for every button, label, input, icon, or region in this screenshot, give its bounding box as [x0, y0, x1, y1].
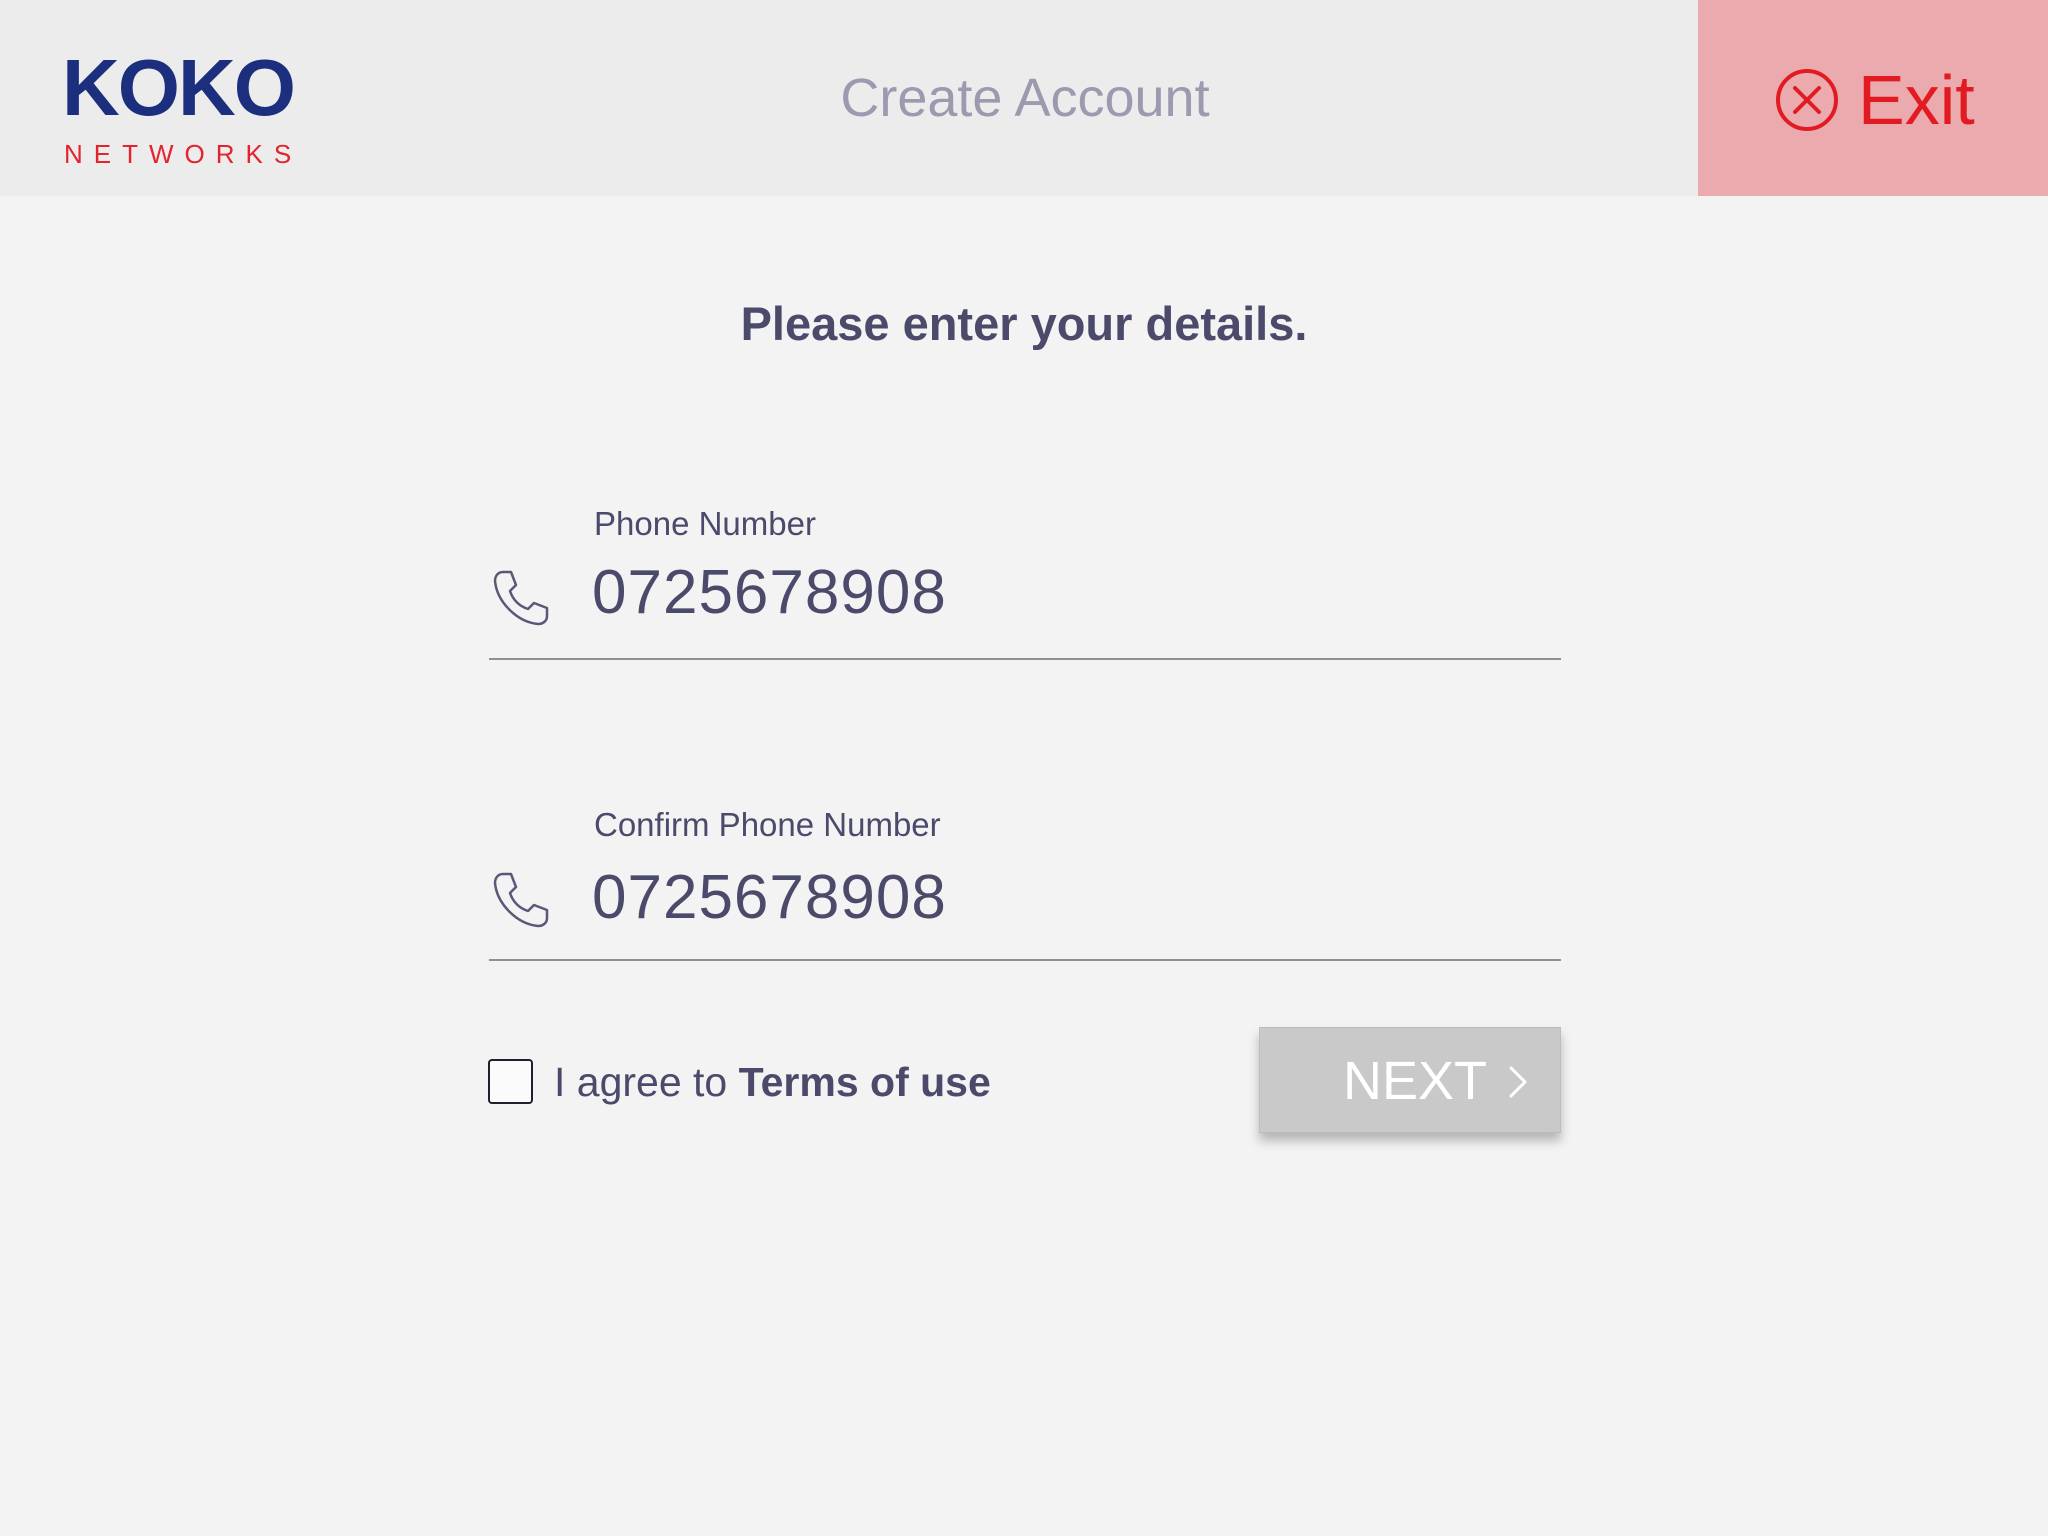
- phone-number-input[interactable]: [592, 557, 1532, 628]
- exit-button[interactable]: Exit: [1698, 0, 2048, 196]
- terms-text: I agree to Terms of use: [554, 1059, 991, 1105]
- terms-checkbox[interactable]: [488, 1059, 533, 1104]
- logo-word: KOKO: [62, 43, 296, 132]
- terms-of-use-link[interactable]: Terms of use: [739, 1059, 991, 1105]
- confirm-phone-number-underline: [489, 959, 1561, 961]
- phone-number-underline: [489, 658, 1561, 660]
- intro-text: Please enter your details.: [740, 297, 1308, 350]
- logo-subtitle: NETWORKS: [64, 139, 303, 169]
- next-button[interactable]: NEXT: [1259, 1027, 1561, 1133]
- phone-icon: [493, 570, 549, 626]
- koko-networks-logo: KOKO NETWORKS: [62, 43, 312, 170]
- phone-number-label: Phone Number: [594, 505, 816, 542]
- terms-prefix: I agree to: [554, 1059, 739, 1105]
- page-title: Create Account: [840, 68, 1210, 128]
- chevron-right-icon: [1509, 1066, 1527, 1098]
- confirm-phone-number-label: Confirm Phone Number: [594, 806, 941, 843]
- phone-number-field: Phone Number: [489, 505, 1561, 705]
- next-label: NEXT: [1343, 1051, 1488, 1111]
- app-header: KOKO NETWORKS Create Account Exit: [0, 0, 2048, 196]
- close-circle-icon: [1776, 69, 1838, 131]
- exit-label: Exit: [1858, 61, 1975, 139]
- confirm-phone-number-field: Confirm Phone Number: [489, 806, 1561, 1006]
- phone-icon: [493, 872, 549, 928]
- confirm-phone-number-input[interactable]: [592, 862, 1532, 933]
